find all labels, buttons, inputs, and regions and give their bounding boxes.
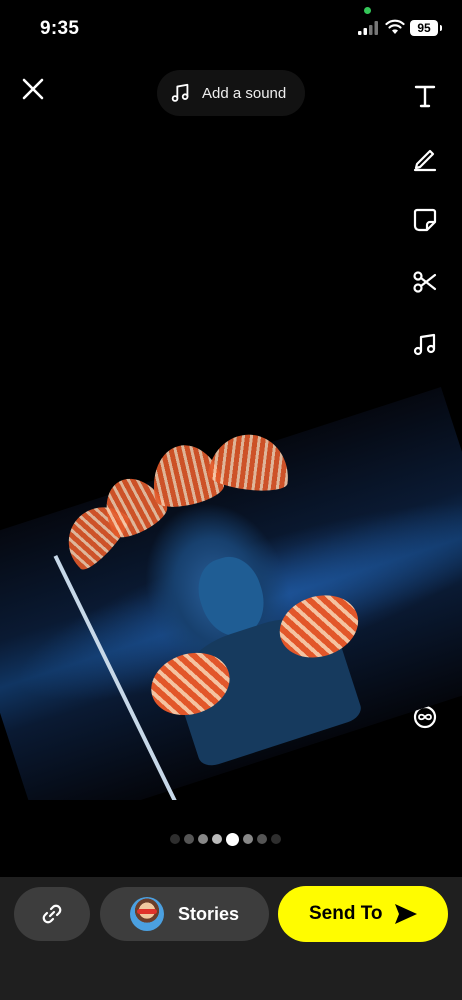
send-to-label: Send To: [309, 903, 383, 924]
page-dot[interactable]: [184, 834, 194, 844]
send-to-button[interactable]: Send To: [278, 886, 448, 942]
page-indicator: [170, 832, 285, 846]
battery-indicator: 95: [410, 20, 442, 36]
status-bar: 9:35 95: [0, 0, 462, 60]
photo-image: [0, 386, 462, 800]
status-time: 9:35: [40, 18, 80, 39]
link-icon: [42, 904, 62, 924]
pencil-icon: [413, 149, 437, 172]
stories-label: Stories: [178, 903, 240, 924]
page-dot[interactable]: [198, 834, 208, 844]
send-arrow-icon: [394, 904, 417, 924]
link-button[interactable]: [14, 887, 90, 941]
page-dot[interactable]: [243, 834, 253, 844]
wifi-icon: [385, 19, 405, 34]
page-dot[interactable]: [212, 834, 222, 844]
add-sound-label: Add a sound: [202, 84, 287, 102]
page-dot[interactable]: [271, 834, 281, 844]
page-dot[interactable]: [170, 834, 180, 844]
close-icon[interactable]: [18, 74, 48, 104]
music-note-icon: [171, 83, 189, 102]
text-tool-button[interactable]: [403, 76, 447, 116]
cellular-signal-icon: [358, 21, 378, 35]
privacy-indicator-dot: [364, 7, 371, 14]
photo-preview: [0, 330, 462, 800]
text-icon: [414, 85, 436, 108]
draw-tool-button[interactable]: [403, 138, 447, 178]
scissors-icon: [413, 271, 437, 293]
avatar: [130, 897, 164, 931]
scissors-tool-button[interactable]: [403, 262, 447, 302]
stories-button[interactable]: Stories: [100, 887, 269, 941]
sticker-icon: [413, 208, 437, 232]
page-dot[interactable]: [257, 834, 267, 844]
page-dot-active[interactable]: [226, 832, 239, 846]
add-sound-button[interactable]: Add a sound: [157, 70, 305, 116]
sticker-tool-button[interactable]: [403, 200, 447, 240]
